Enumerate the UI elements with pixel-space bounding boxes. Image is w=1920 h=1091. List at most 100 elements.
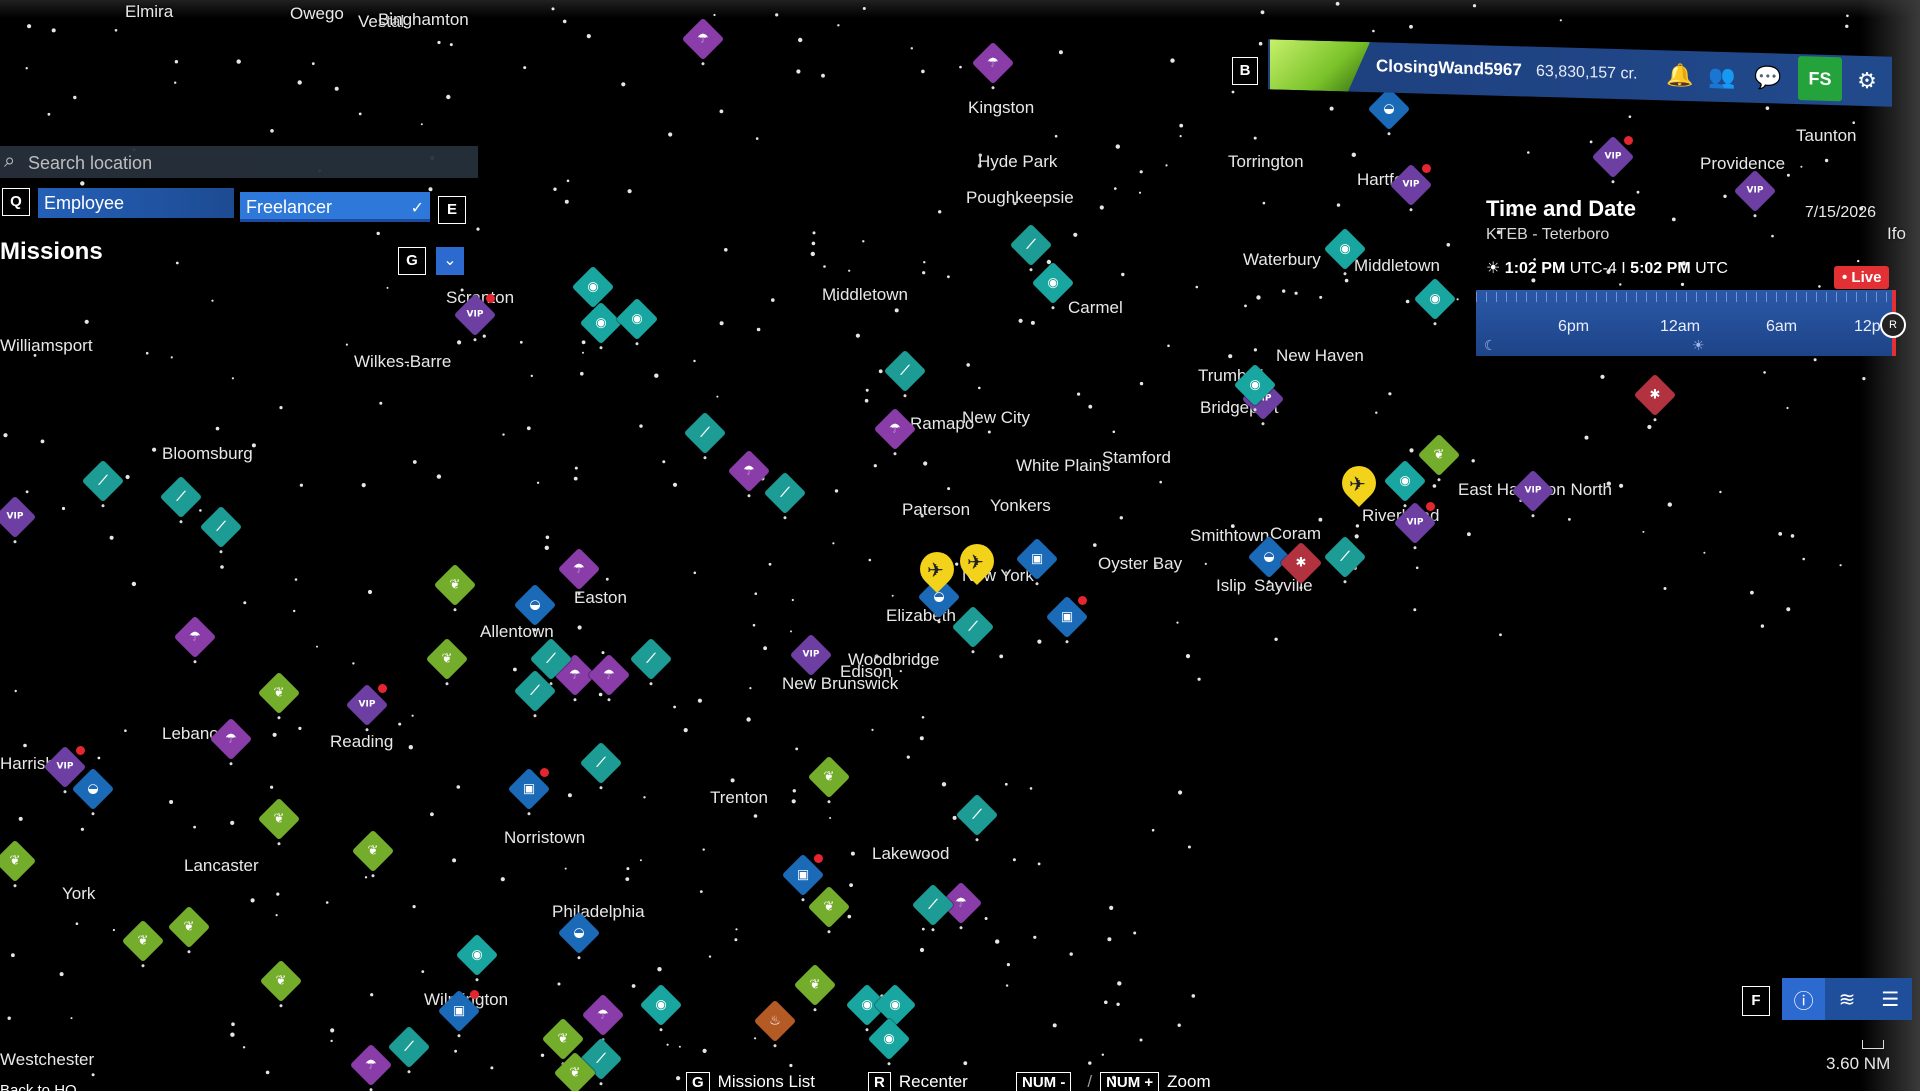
vip-icon: VIP (358, 699, 376, 710)
town-dot (297, 80, 302, 85)
town-dot (919, 947, 925, 953)
missions-list-hint[interactable]: G Missions List (686, 1072, 815, 1091)
airport-marker[interactable]: ✈ (1334, 458, 1384, 508)
airport-marker[interactable]: ✈ (912, 544, 962, 594)
town-dot (639, 424, 643, 428)
town-dot (482, 334, 486, 338)
bell-icon[interactable]: 🔔 (1666, 62, 1693, 89)
town-dot (1018, 318, 1023, 323)
key-num-plus: NUM + (1100, 1072, 1160, 1091)
crop-icon: ❦ (367, 843, 379, 859)
town-dot (753, 814, 758, 818)
zoom-hint[interactable]: NUM - / NUM + Zoom (1016, 1072, 1211, 1091)
town-dot (1170, 58, 1175, 63)
filter-button[interactable]: ☰ (1869, 978, 1912, 1020)
vip-icon: VIP (466, 309, 484, 320)
pass-icon: ◒ (87, 781, 99, 797)
leaf-icon: ⟋ (546, 651, 556, 667)
info-button[interactable]: ⓘ (1782, 978, 1826, 1020)
town-dot (724, 248, 728, 252)
city-label: Williamsport (0, 336, 93, 355)
shop-button[interactable]: FS (1798, 56, 1842, 102)
city-label: Binghamton (378, 10, 469, 29)
photo-icon: ◉ (1339, 241, 1351, 257)
town-dot (1786, 607, 1791, 612)
vip-icon: VIP (802, 649, 820, 660)
key-q-hint[interactable]: Q (2, 188, 30, 216)
town-dot (625, 877, 630, 881)
town-dot (1115, 144, 1121, 149)
time-slider[interactable]: 6pm 12am 6am 12p ☾ ☀ R (1476, 290, 1906, 356)
town-dot (621, 82, 626, 87)
cargo-icon: ▣ (796, 867, 810, 883)
town-dot (573, 476, 578, 481)
layers-button[interactable]: ≋ (1825, 978, 1868, 1020)
town-dot (131, 581, 137, 587)
friends-icon[interactable]: 👥 (1708, 64, 1735, 91)
city-label: Elmira (125, 2, 174, 21)
city-label: Carmel (1068, 298, 1123, 317)
town-dot (1845, 24, 1849, 28)
town-dot (1663, 587, 1667, 590)
town-dot (1355, 524, 1360, 528)
map-controls: ⓘ ≋ ☰ (1782, 978, 1912, 1020)
town-dot (231, 377, 234, 380)
town-dot (730, 778, 735, 783)
town-dot (754, 592, 758, 595)
town-dot (125, 474, 130, 480)
back-to-hq-hint[interactable]: Back to HQ (0, 1082, 77, 1091)
gear-icon[interactable]: ⚙ (1854, 68, 1880, 95)
chat-icon[interactable]: 💬 (1754, 65, 1781, 92)
town-dot (91, 1073, 95, 1077)
leaf-icon: ⟋ (700, 425, 710, 441)
town-dot (941, 782, 947, 787)
town-dot (174, 81, 177, 84)
key-f-hint[interactable]: F (1742, 986, 1770, 1016)
city-label: New Haven (1276, 346, 1364, 365)
crop-icon: ❦ (449, 577, 461, 593)
notification-dot (470, 990, 479, 999)
town-dot (749, 687, 752, 690)
key-e-hint[interactable]: E (438, 196, 466, 224)
town-dot (1667, 502, 1673, 507)
town-dot (1584, 435, 1589, 440)
key-b-hint[interactable]: B (1232, 57, 1258, 85)
town-dot (294, 578, 298, 581)
avatar[interactable] (1270, 39, 1370, 92)
town-dot (124, 729, 127, 732)
missions-dropdown[interactable]: ⌄ (436, 247, 464, 275)
town-dot (1037, 639, 1042, 644)
town-dot (1319, 295, 1323, 299)
airport-marker[interactable]: ✈ (952, 536, 1002, 586)
sun-small-icon: ☀ (1692, 337, 1705, 353)
recenter-hint[interactable]: R Recenter (868, 1072, 968, 1091)
search-input[interactable] (26, 149, 470, 177)
tab-employee[interactable]: Employee (38, 188, 234, 218)
city-label: Westchester (0, 1050, 95, 1069)
town-dot (683, 728, 688, 733)
filter-icon: ☰ (1881, 988, 1900, 1011)
town-dot (1030, 320, 1035, 325)
town-dot (708, 955, 712, 958)
town-dot (170, 356, 173, 359)
town-dot (586, 34, 591, 39)
town-dot (1294, 291, 1298, 295)
para-icon: ☂ (225, 731, 237, 747)
live-button[interactable]: • Live (1834, 266, 1890, 289)
town-dot (756, 327, 761, 332)
town-dot (746, 717, 751, 722)
town-dot (1093, 543, 1097, 547)
vip-icon: VIP (6, 511, 24, 522)
fire-icon: ♨ (769, 1013, 781, 1029)
town-dot (23, 743, 27, 748)
town-dot (829, 817, 832, 819)
town-dot (1446, 243, 1451, 247)
crop-icon: ❦ (557, 1031, 569, 1047)
reset-time-knob[interactable]: R (1880, 312, 1906, 338)
town-dot (923, 461, 928, 466)
key-g-hint[interactable]: G (398, 247, 426, 275)
town-dot (947, 275, 950, 279)
leaf-icon: ⟋ (176, 489, 186, 505)
tab-freelancer[interactable]: Freelancer ✓ (240, 192, 430, 222)
town-dot (330, 1039, 333, 1043)
